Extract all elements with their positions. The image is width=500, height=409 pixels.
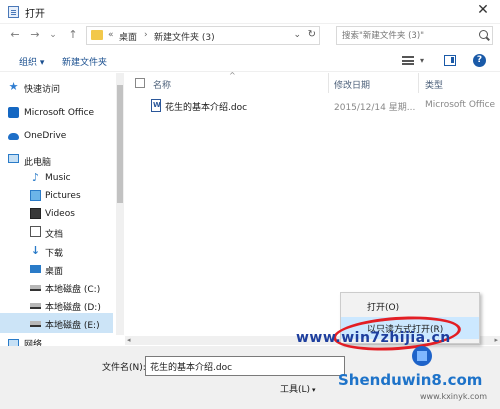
sidebar-item-downloads[interactable]: ↓ 下载	[0, 241, 113, 261]
file-modified-date: 2015/12/14 星期...	[334, 103, 416, 113]
search-input[interactable]	[337, 27, 472, 44]
forward-arrow-icon[interactable]: →	[28, 28, 42, 42]
organize-button[interactable]: 组织 ▾	[19, 55, 44, 68]
drive-icon	[30, 321, 41, 327]
sidebar-item-label: 快速访问	[24, 85, 61, 95]
desktop-icon	[30, 265, 41, 273]
close-button[interactable]: ✕	[474, 2, 492, 18]
column-header-modified[interactable]: 修改日期	[334, 78, 370, 91]
sidebar-item-onedrive[interactable]: OneDrive	[0, 126, 113, 146]
filename-label: 文件名(N):	[102, 363, 146, 373]
filename-input[interactable]	[146, 357, 326, 375]
address-overflow[interactable]: «	[108, 30, 114, 40]
folder-icon	[91, 30, 103, 40]
up-arrow-icon[interactable]: ↑	[66, 28, 80, 42]
back-arrow-icon[interactable]: ←	[8, 28, 22, 42]
tools-button[interactable]: 工具(L) ▾	[280, 382, 316, 395]
command-bar: 组织 ▾ 新建文件夹 ▾ ?	[0, 50, 500, 72]
sort-indicator-icon: ^	[229, 71, 236, 80]
navigation-pane: ★ 快速访问 Microsoft Office OneDrive 此电脑 ♪ M…	[0, 73, 113, 347]
watermark-site: www.win7zhijia.cn	[296, 330, 451, 346]
sidebar-item-documents[interactable]: 文档	[0, 222, 113, 242]
new-folder-button[interactable]: 新建文件夹	[62, 55, 107, 68]
title-bar: 打开 ✕	[0, 0, 500, 24]
sidebar-item-label: 此电脑	[24, 158, 52, 168]
sidebar-item-label: Music	[45, 173, 71, 183]
sidebar-item-desktop[interactable]: 桌面	[0, 259, 113, 279]
computer-icon	[8, 154, 19, 163]
star-icon: ★	[8, 80, 19, 93]
sidebar-item-label: Pictures	[45, 191, 81, 201]
outlook-icon	[8, 107, 19, 118]
tools-label: 工具(L)	[280, 385, 311, 395]
drive-icon	[30, 285, 41, 291]
scroll-right-icon[interactable]: ▸	[494, 336, 498, 344]
windows-logo-icon	[412, 346, 432, 366]
preview-pane-icon[interactable]	[444, 55, 456, 66]
drive-icon	[30, 303, 41, 309]
address-row: ← → ⌄ ↑ « 桌面 › 新建文件夹 (3) ⌄ ↻	[0, 24, 500, 48]
file-type: Microsoft Office	[425, 100, 496, 110]
help-icon[interactable]: ?	[473, 54, 486, 67]
watermark-site: Shenduwin8.com	[338, 371, 483, 389]
window-title: 打开	[25, 9, 45, 20]
recent-locations-dropdown-icon[interactable]: ⌄	[46, 28, 60, 42]
file-name: 花生的基本介绍.doc	[165, 103, 248, 113]
sidebar-item-pictures[interactable]: Pictures	[0, 186, 113, 206]
column-divider[interactable]	[418, 73, 419, 93]
sidebar-item-videos[interactable]: Videos	[0, 204, 113, 224]
word-document-icon	[151, 99, 161, 112]
column-divider[interactable]	[328, 73, 329, 93]
select-all-checkbox[interactable]	[135, 78, 145, 88]
sidebar-item-label: 本地磁盘 (D:)	[45, 303, 101, 313]
sidebar-item-drive-d[interactable]: 本地磁盘 (D:)	[0, 295, 113, 315]
sidebar-item-quick-access[interactable]: ★ 快速访问	[0, 77, 113, 97]
address-dropdown-icon[interactable]: ⌄	[293, 30, 301, 40]
navigation-scrollbar[interactable]	[116, 73, 124, 335]
sidebar-item-this-pc[interactable]: 此电脑	[0, 150, 113, 170]
sidebar-item-drive-e[interactable]: 本地磁盘 (E:)	[0, 313, 113, 333]
sidebar-item-label: Videos	[45, 209, 75, 219]
column-header-name[interactable]: 名称	[153, 78, 171, 91]
breadcrumb-separator-icon[interactable]: ›	[144, 30, 148, 40]
breadcrumb-new-folder[interactable]: 新建文件夹 (3)	[154, 30, 215, 43]
sidebar-item-label: 本地磁盘 (E:)	[45, 321, 100, 331]
sidebar-item-label: 下载	[45, 249, 64, 259]
watermark-site: www.kxinyk.com	[420, 392, 488, 401]
menu-item-label: 打开(O)	[367, 303, 400, 313]
scroll-left-icon[interactable]: ◂	[127, 336, 131, 344]
sidebar-item-label: 桌面	[45, 267, 64, 277]
download-icon: ↓	[30, 244, 41, 257]
column-header-row: ^ 名称 修改日期 类型	[125, 71, 500, 93]
table-row[interactable]: 花生的基本介绍.doc 2015/12/14 星期... Microsoft O…	[125, 97, 500, 115]
breadcrumb-desktop[interactable]: 桌面	[119, 30, 137, 43]
sidebar-item-microsoft-office[interactable]: Microsoft Office	[0, 103, 113, 123]
menu-item-open[interactable]: 打开(O)	[341, 295, 479, 317]
scrollbar-thumb[interactable]	[117, 85, 123, 203]
pictures-icon	[30, 190, 41, 201]
videos-icon	[30, 208, 41, 219]
view-dropdown-icon[interactable]: ▾	[420, 56, 424, 65]
sidebar-item-drive-c[interactable]: 本地磁盘 (C:)	[0, 277, 113, 297]
music-icon: ♪	[31, 171, 40, 184]
sidebar-item-label: 文档	[45, 230, 64, 240]
cloud-icon	[8, 133, 19, 140]
sidebar-item-music[interactable]: ♪ Music	[0, 168, 113, 188]
address-bar[interactable]: « 桌面 › 新建文件夹 (3) ⌄ ↻	[86, 26, 320, 45]
filename-field[interactable]	[145, 356, 345, 376]
sidebar-item-label: OneDrive	[24, 131, 67, 141]
search-icon[interactable]	[479, 30, 488, 39]
sidebar-item-label: 本地磁盘 (C:)	[45, 285, 101, 295]
view-options-icon[interactable]	[402, 56, 414, 65]
documents-icon	[30, 226, 41, 237]
refresh-icon[interactable]: ↻	[308, 29, 316, 40]
sidebar-item-label: Microsoft Office	[24, 108, 95, 118]
document-icon	[8, 6, 19, 18]
chevron-down-icon: ▾	[312, 386, 316, 394]
column-header-type[interactable]: 类型	[425, 78, 443, 91]
search-box[interactable]	[336, 26, 493, 45]
